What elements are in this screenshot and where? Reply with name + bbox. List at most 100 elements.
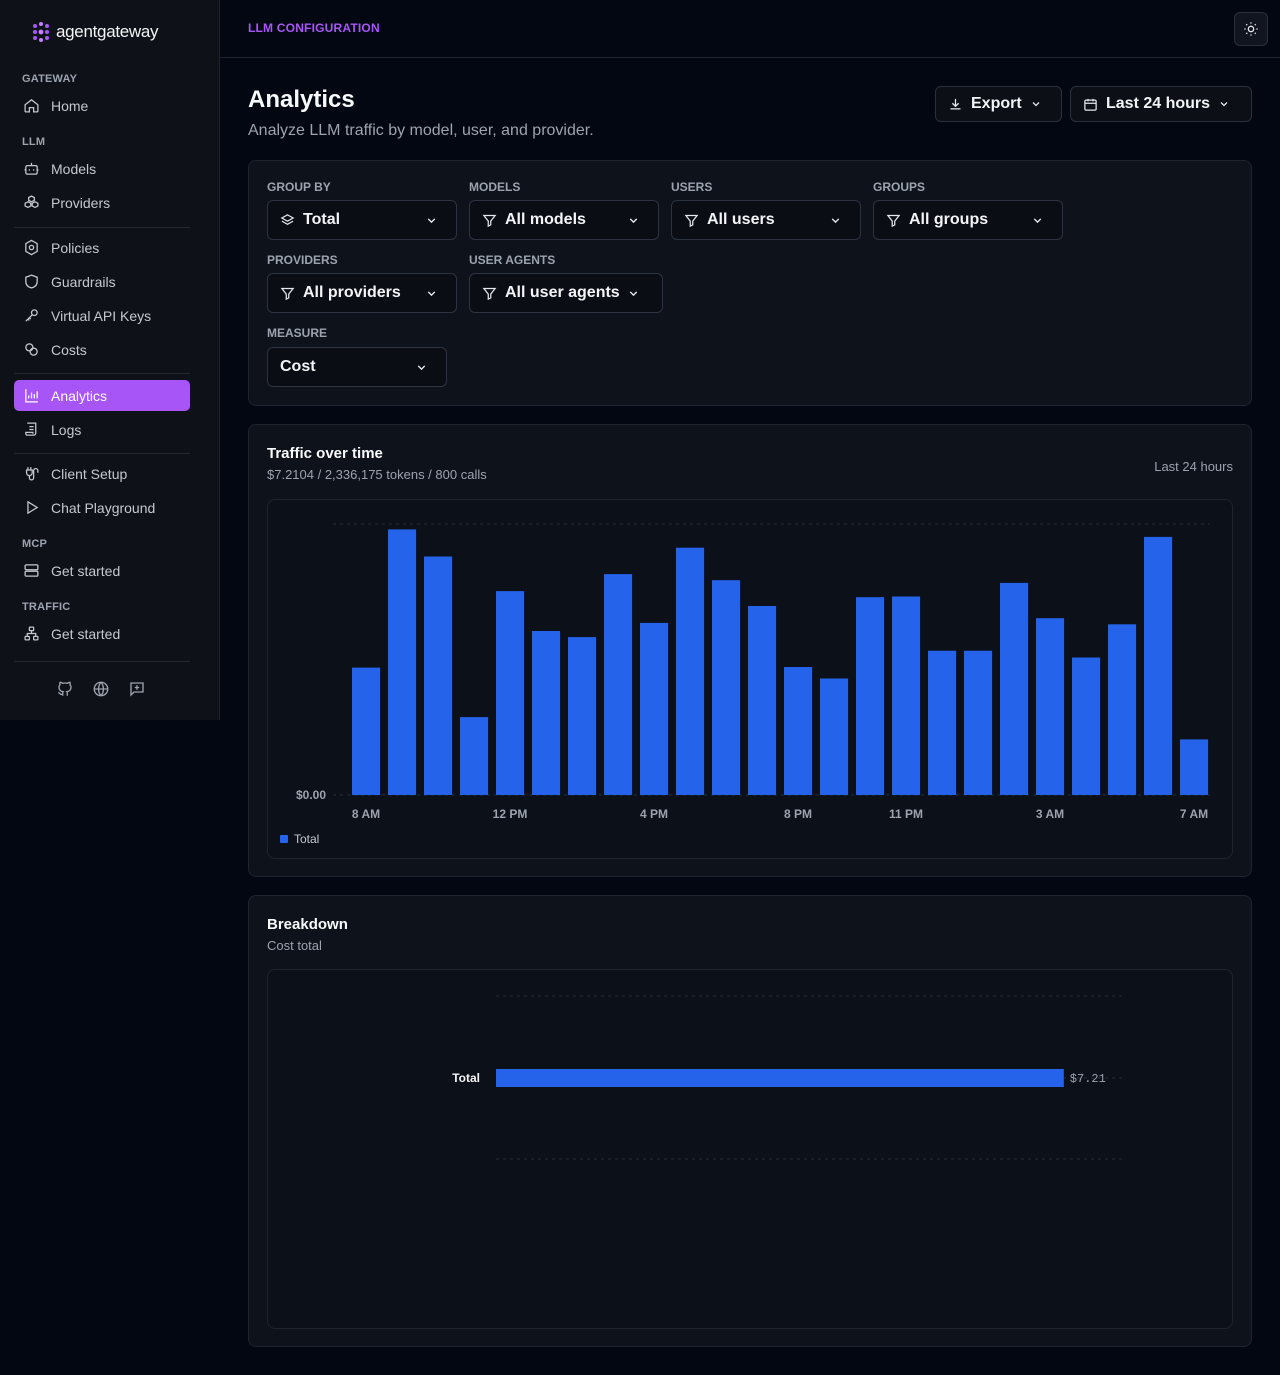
chart-bar[interactable] bbox=[784, 667, 813, 795]
legend-label: Total bbox=[294, 832, 320, 846]
chart-bar[interactable] bbox=[460, 717, 489, 795]
chart-bar[interactable] bbox=[964, 650, 993, 795]
chart-bar[interactable] bbox=[568, 637, 597, 795]
agentgateway-logo-icon bbox=[33, 22, 49, 42]
brand-name: agentgateway bbox=[56, 22, 159, 41]
sidebar-footer-icons bbox=[56, 680, 146, 698]
y-tick-label: $0.00 bbox=[296, 788, 326, 802]
section-label-llm: LLM bbox=[22, 136, 46, 148]
time-range-button[interactable]: Last 24 hours bbox=[1070, 86, 1252, 122]
chart-bar[interactable] bbox=[748, 606, 777, 795]
boxes-icon bbox=[24, 195, 39, 209]
sidebar-item-analytics[interactable]: Analytics bbox=[14, 380, 190, 411]
github-icon[interactable] bbox=[56, 680, 74, 698]
chart-bar[interactable] bbox=[424, 556, 453, 796]
sidebar-item-label: Providers bbox=[51, 194, 111, 211]
groups-value: All groups bbox=[909, 211, 989, 228]
chart-bar[interactable] bbox=[388, 529, 417, 795]
providers-label: PROVIDERS bbox=[267, 253, 338, 267]
chart-bar[interactable] bbox=[1144, 536, 1173, 795]
sidebar-item-label: Get started bbox=[51, 625, 121, 642]
traffic-summary: $7.2104 / 2,336,175 tokens / 800 calls bbox=[267, 467, 487, 482]
groups-label: GROUPS bbox=[873, 180, 926, 194]
users-value: All users bbox=[707, 211, 775, 228]
sidebar-item-models[interactable]: Models bbox=[14, 153, 190, 184]
time-range-label: Last 24 hours bbox=[1106, 95, 1211, 112]
chart-bar[interactable] bbox=[928, 650, 957, 795]
bar-chart-icon bbox=[25, 389, 38, 403]
providers-select[interactable]: All providers bbox=[267, 273, 457, 313]
chart-bar[interactable] bbox=[1036, 618, 1065, 795]
section-label-traffic: TRAFFIC bbox=[22, 601, 71, 613]
group-by-label: GROUP BY bbox=[267, 180, 331, 194]
sidebar-item-home[interactable]: Home bbox=[14, 90, 190, 121]
bot-icon bbox=[24, 162, 39, 175]
breakdown-chart-container: Total $7.21 bbox=[267, 969, 1233, 1329]
category-label: Total bbox=[452, 1071, 480, 1085]
chart-bar[interactable] bbox=[856, 597, 885, 795]
chart-bar[interactable] bbox=[820, 678, 849, 796]
legend-swatch bbox=[280, 835, 288, 843]
sidebar-item-providers[interactable]: Providers bbox=[14, 187, 190, 218]
filter-icon bbox=[482, 287, 497, 300]
chart-bar[interactable] bbox=[1108, 624, 1137, 795]
users-select[interactable]: All users bbox=[671, 200, 861, 240]
sidebar-item-logs[interactable]: Logs bbox=[14, 414, 190, 445]
sidebar-item-guardrails[interactable]: Guardrails bbox=[14, 266, 190, 297]
breakdown-subtitle: Cost total bbox=[267, 938, 322, 953]
section-title: LLM CONFIGURATION bbox=[248, 21, 380, 35]
sidebar-item-chat-playground[interactable]: Chat Playground bbox=[14, 492, 190, 523]
chart-bar[interactable] bbox=[604, 574, 633, 795]
coins-icon bbox=[25, 343, 38, 356]
sidebar-item-label: Get started bbox=[51, 562, 121, 579]
chevron-down-icon bbox=[1033, 218, 1042, 224]
sidebar-item-virtual-api-keys[interactable]: Virtual API Keys bbox=[14, 300, 190, 331]
groups-select[interactable]: All groups bbox=[873, 200, 1063, 240]
sidebar-item-label: Logs bbox=[51, 421, 82, 438]
export-button[interactable]: Export bbox=[935, 86, 1062, 122]
breakdown-bar[interactable] bbox=[496, 1069, 1064, 1087]
chart-bar[interactable] bbox=[1000, 582, 1029, 795]
models-value: All models bbox=[505, 211, 586, 228]
calendar-icon bbox=[1084, 98, 1097, 111]
chart-bar[interactable] bbox=[352, 667, 381, 795]
chart-bar[interactable] bbox=[676, 547, 705, 795]
users-label: USERS bbox=[671, 180, 713, 194]
feedback-icon[interactable] bbox=[128, 680, 146, 698]
breakdown-chart: Total $7.21 bbox=[452, 995, 1126, 1160]
chart-bar[interactable] bbox=[1072, 657, 1101, 796]
chart-bar[interactable] bbox=[892, 596, 921, 796]
group-by-value: Total bbox=[303, 211, 341, 228]
traffic-range-note: Last 24 hours bbox=[1154, 459, 1233, 474]
chart-bar[interactable] bbox=[640, 622, 669, 795]
globe-icon[interactable] bbox=[92, 680, 110, 698]
sidebar-item-costs[interactable]: Costs bbox=[14, 334, 190, 365]
sidebar-item-traffic-get-started[interactable]: Get started bbox=[14, 618, 190, 649]
chart-bar[interactable] bbox=[712, 580, 741, 795]
traffic-title: Traffic over time bbox=[267, 445, 383, 462]
models-select[interactable]: All models bbox=[469, 200, 659, 240]
models-label: MODELS bbox=[469, 180, 521, 194]
chevron-down-icon bbox=[831, 218, 840, 224]
brand-logo[interactable]: agentgateway bbox=[32, 20, 159, 44]
chart-bar[interactable] bbox=[496, 591, 525, 795]
measure-select[interactable]: Cost bbox=[267, 347, 447, 387]
sidebar-item-label: Policies bbox=[51, 239, 100, 256]
filter-icon bbox=[886, 214, 901, 227]
x-tick-label: 12 PM bbox=[493, 807, 528, 820]
sidebar-item-policies[interactable]: Policies bbox=[14, 232, 190, 263]
sidebar-item-client-setup[interactable]: Client Setup bbox=[14, 458, 190, 489]
group-by-select[interactable]: Total bbox=[267, 200, 457, 240]
sidebar-item-mcp-get-started[interactable]: Get started bbox=[14, 555, 190, 586]
chart-bar[interactable] bbox=[532, 631, 561, 795]
chevron-down-icon bbox=[417, 365, 426, 371]
theme-toggle-button[interactable] bbox=[1234, 12, 1268, 46]
user-agents-select[interactable]: All user agents bbox=[469, 273, 663, 313]
chart-bar[interactable] bbox=[1180, 739, 1209, 795]
page-subtitle: Analyze LLM traffic by model, user, and … bbox=[248, 122, 594, 139]
chevron-down-icon bbox=[1032, 102, 1040, 107]
section-label-gateway: GATEWAY bbox=[22, 73, 78, 85]
traffic-card: Traffic over time $7.2104 / 2,336,175 to… bbox=[248, 424, 1252, 877]
plug-icon bbox=[25, 467, 39, 481]
providers-value: All providers bbox=[303, 284, 401, 301]
